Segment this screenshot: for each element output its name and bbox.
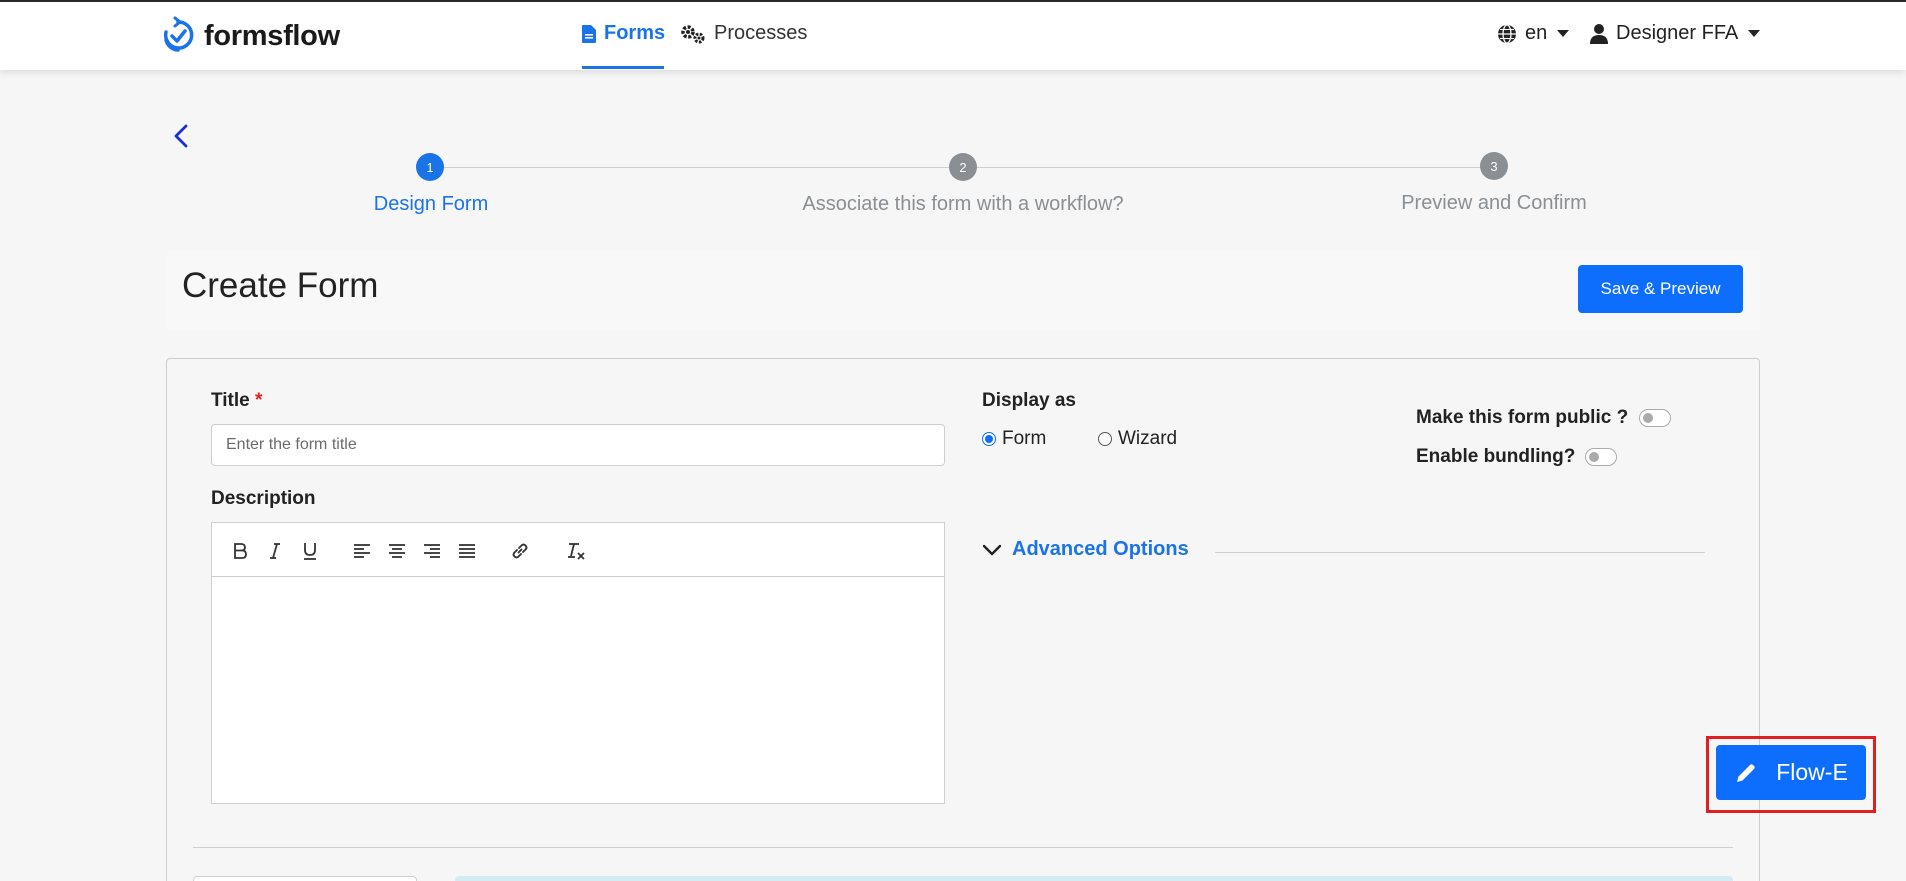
align-right-icon[interactable] (420, 539, 444, 563)
user-icon (1590, 23, 1608, 44)
link-icon[interactable] (508, 539, 532, 563)
pencil-icon (1737, 763, 1755, 782)
step-3-circle[interactable]: 3 (1480, 152, 1508, 180)
file-icon (582, 24, 596, 43)
stepper-connector (976, 167, 1494, 168)
display-wizard-radio[interactable]: Wizard (1098, 428, 1177, 450)
step-1-number: 1 (426, 159, 434, 175)
align-justify-icon[interactable] (455, 539, 479, 563)
caret-down-icon (1557, 30, 1570, 37)
page-header (166, 250, 1760, 330)
align-center-icon[interactable] (385, 539, 409, 563)
description-label: Description (211, 488, 316, 509)
title-label: Title * (211, 390, 262, 412)
public-toggle[interactable] (1639, 409, 1671, 427)
nav-processes[interactable]: Processes (680, 22, 807, 45)
clear-format-icon[interactable] (564, 539, 588, 563)
step-3-number: 3 (1490, 158, 1498, 174)
display-form-radio[interactable]: Form (982, 428, 1046, 450)
top-navbar: formsflow Forms Processes en Designer FF… (0, 0, 1906, 70)
flowe-button[interactable]: Flow-E (1716, 745, 1866, 800)
title-label-text: Title (211, 390, 250, 411)
bundling-toggle[interactable] (1585, 448, 1617, 466)
advanced-options-label: Advanced Options (1012, 538, 1189, 560)
save-and-preview-button[interactable]: Save & Preview (1578, 265, 1743, 313)
nav-forms-label: Forms (604, 22, 666, 44)
step-1-label[interactable]: Design Form (374, 193, 488, 216)
step-2-circle[interactable]: 2 (949, 153, 977, 181)
public-toggle-label: Make this form public ? (1416, 407, 1629, 428)
section-divider (193, 847, 1733, 848)
caret-down-icon (1748, 30, 1761, 37)
align-left-icon[interactable] (350, 539, 374, 563)
radio-wizard-button[interactable] (1098, 432, 1112, 446)
flowe-label: Flow-E (1776, 759, 1848, 785)
description-editor[interactable] (211, 522, 945, 804)
form-title-input[interactable] (211, 424, 945, 466)
language-dropdown[interactable]: en (1497, 22, 1570, 45)
globe-icon (1498, 23, 1516, 44)
info-alert-partial (455, 876, 1733, 881)
step-2-number: 2 (959, 159, 967, 175)
brand-logo[interactable]: formsflow (160, 16, 340, 56)
italic-icon[interactable] (263, 539, 287, 563)
chevron-down-icon (982, 544, 1002, 555)
step-3-label[interactable]: Preview and Confirm (1401, 192, 1587, 215)
required-mark: * (255, 390, 263, 411)
nav-forms[interactable]: Forms (582, 22, 665, 45)
language-label: en (1525, 22, 1548, 44)
radio-form-button[interactable] (982, 432, 996, 446)
user-dropdown[interactable]: Designer FFA (1590, 22, 1761, 45)
advanced-divider (1215, 552, 1705, 553)
step-1-circle[interactable]: 1 (416, 153, 444, 181)
formsflow-logo-icon (163, 16, 194, 52)
radio-wizard-label: Wizard (1118, 428, 1178, 449)
cogs-icon (681, 24, 705, 43)
underline-icon[interactable] (298, 539, 322, 563)
page-title: Create Form (182, 266, 379, 305)
nav-processes-label: Processes (714, 22, 808, 44)
description-editor-body[interactable] (212, 578, 944, 803)
step-2-label[interactable]: Associate this form with a workflow? (802, 193, 1123, 216)
editor-toolbar (212, 523, 944, 577)
bold-icon[interactable] (228, 539, 252, 563)
chevron-left-icon (174, 124, 188, 148)
bundling-toggle-label: Enable bundling? (1416, 446, 1576, 467)
radio-form-label: Form (1002, 428, 1047, 449)
user-name: Designer FFA (1616, 22, 1739, 44)
back-button[interactable] (170, 120, 194, 152)
active-nav-underline (582, 66, 664, 69)
stepper-connector (444, 167, 962, 168)
display-as-label: Display as (982, 390, 1076, 411)
advanced-options-toggle[interactable]: Advanced Options (982, 538, 1189, 561)
bottom-input-partial[interactable] (193, 876, 417, 881)
brand-name: formsflow (204, 19, 340, 52)
